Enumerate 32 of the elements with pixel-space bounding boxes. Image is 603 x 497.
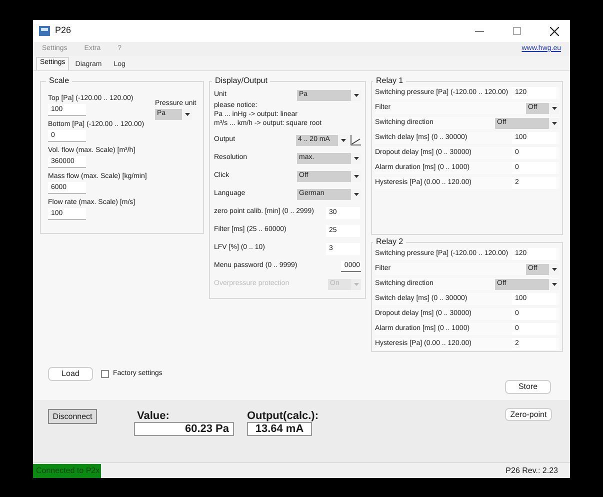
- caret-icon: [552, 106, 556, 110]
- app-icon: [39, 26, 50, 36]
- caret-icon: [354, 94, 358, 97]
- group-title: Relay 1: [375, 75, 404, 87]
- revision-label: P26 Rev.: 2.23: [506, 464, 558, 476]
- zero-point-button[interactable]: Zero-point: [505, 408, 552, 421]
- caret-icon: [552, 122, 556, 124]
- output-graph-icon: [350, 135, 361, 146]
- store-button[interactable]: Store: [505, 380, 551, 394]
- caret-icon: [340, 139, 346, 142]
- group-title: Scale: [48, 75, 70, 87]
- load-button[interactable]: Load: [48, 367, 93, 381]
- connection-status: Connected to P2x: [33, 464, 101, 478]
- group-title: Relay 2: [375, 236, 404, 248]
- caret-icon: [354, 193, 358, 196]
- close-icon[interactable]: [550, 26, 559, 36]
- caret-icon: [354, 283, 358, 286]
- value-reading: 60.23 Pa: [134, 422, 234, 436]
- value-label: Value:: [136, 410, 170, 422]
- caret-icon: [184, 113, 190, 116]
- caret-icon: [354, 157, 358, 160]
- window-title: P26: [55, 24, 72, 38]
- group-title: Display/Output: [214, 75, 268, 87]
- maximize-icon[interactable]: [513, 27, 521, 35]
- output-reading: 13.64 mA: [247, 422, 312, 436]
- caret-icon: [354, 175, 358, 178]
- caret-icon: [552, 282, 556, 286]
- checkbox[interactable]: [101, 370, 109, 378]
- caret-icon: [552, 268, 556, 270]
- output-label: Output(calc.):: [247, 410, 318, 422]
- minimize-icon[interactable]: [475, 30, 484, 32]
- disconnect-button[interactable]: Disconnect: [48, 409, 97, 424]
